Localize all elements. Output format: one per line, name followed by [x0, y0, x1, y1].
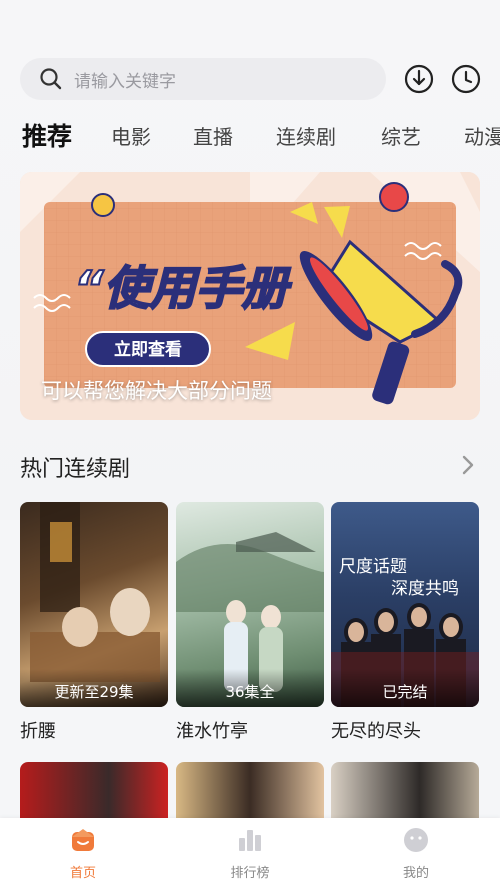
chevron-right-icon[interactable]	[458, 452, 478, 478]
series-title: 折腰	[20, 721, 56, 742]
poster-text: 尺度话题	[339, 557, 407, 577]
tab-anime[interactable]: 动漫	[464, 117, 500, 157]
section-title: 热门连续剧	[20, 457, 131, 482]
category-tabs: 推荐 电影 直播 连续剧 综艺 动漫	[22, 117, 500, 157]
nav-home[interactable]: 首页	[33, 826, 133, 881]
promo-banner[interactable]: 立即查看 “使用手册 可以帮您解决大部分问题	[20, 172, 480, 420]
poster-image: 更新至29集	[20, 502, 168, 707]
episode-badge: 更新至29集	[20, 669, 168, 707]
tab-live[interactable]: 直播	[193, 117, 233, 157]
series-card[interactable]: 尺度话题 深度共鸣 已完结 无尽的尽头	[331, 502, 479, 743]
search-input[interactable]: 请输入关键字	[74, 67, 176, 92]
nav-label: 我的	[402, 866, 429, 881]
series-title: 淮水竹亭	[176, 721, 248, 742]
banner-title: “使用手册	[74, 261, 293, 315]
nav-ranking[interactable]: 排行榜	[200, 826, 300, 881]
series-card[interactable]: 36集全 淮水竹亭	[176, 502, 324, 743]
poster-text: 深度共鸣	[391, 579, 459, 599]
banner-button[interactable]: 立即查看	[114, 339, 182, 360]
download-icon[interactable]	[404, 64, 434, 94]
nav-profile[interactable]: 我的	[366, 826, 466, 881]
tab-series[interactable]: 连续剧	[276, 117, 336, 157]
tab-movies[interactable]: 电影	[111, 117, 151, 157]
series-card[interactable]	[20, 762, 168, 822]
series-card[interactable]: 更新至29集 折腰	[20, 502, 168, 743]
tab-recommend[interactable]: 推荐	[22, 117, 72, 157]
history-icon[interactable]	[451, 64, 481, 94]
series-title: 无尽的尽头	[331, 721, 421, 742]
series-card[interactable]	[176, 762, 324, 822]
poster-image: 36集全	[176, 502, 324, 707]
home-icon	[72, 829, 94, 851]
profile-icon	[404, 828, 428, 852]
bottom-navigation: 首页 排行榜 我的	[0, 818, 500, 888]
episode-badge: 已完结	[331, 669, 479, 707]
tab-variety[interactable]: 综艺	[381, 117, 421, 157]
search-bar[interactable]: 请输入关键字	[20, 58, 386, 100]
series-card[interactable]	[331, 762, 479, 822]
nav-label: 首页	[69, 866, 96, 881]
nav-label: 排行榜	[230, 866, 270, 881]
episode-badge: 36集全	[176, 669, 324, 707]
search-icon	[40, 68, 62, 90]
chart-icon	[239, 830, 261, 851]
poster-image: 尺度话题 深度共鸣 已完结	[331, 502, 479, 707]
banner-caption: 可以帮您解决大部分问题	[41, 379, 272, 403]
